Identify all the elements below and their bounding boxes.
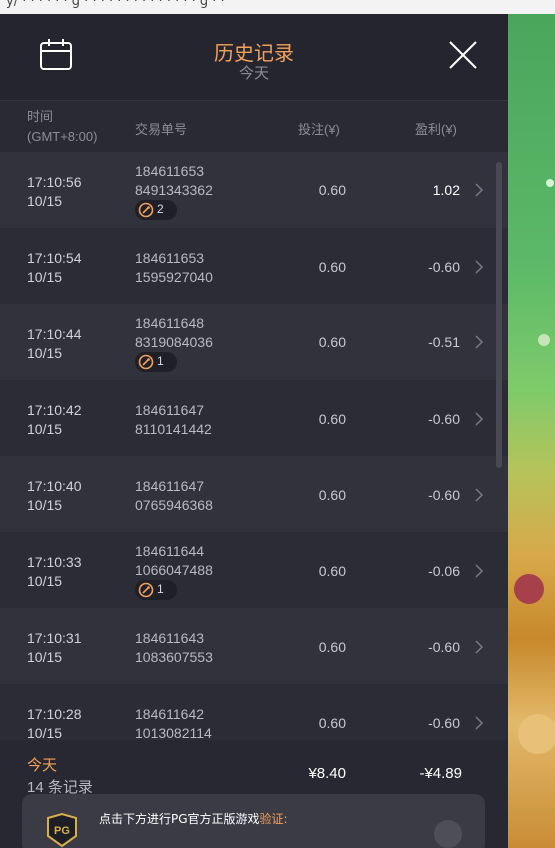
row-date: 10/15 — [27, 421, 63, 437]
row-date: 10/15 — [27, 497, 63, 513]
chevron-right-icon — [475, 488, 484, 502]
row-profit: -0.60 — [428, 639, 460, 655]
history-row[interactable]: 17:10:44 10/15 184611648 8319084036 1 0.… — [0, 304, 508, 380]
row-time: 17:10:44 — [27, 326, 82, 342]
row-order-line2: 1595927040 — [135, 269, 213, 285]
panel-header: 历史记录 今天 — [0, 14, 508, 100]
row-order-line2: 1013082114 — [135, 725, 212, 740]
row-order-line2: 8110141442 — [135, 421, 212, 437]
history-row[interactable]: 17:10:40 10/15 184611647 0765946368 0.60… — [0, 456, 508, 532]
row-order-line1: 184611642 — [135, 706, 205, 722]
page-subtitle: 今天 — [238, 65, 269, 82]
chevron-right-icon — [475, 260, 484, 274]
history-row[interactable]: 17:10:56 10/15 184611653 8491343362 2 0.… — [0, 152, 508, 228]
row-bet: 0.60 — [318, 411, 346, 427]
chevron-right-icon — [475, 412, 484, 426]
column-order: 交易单号 — [135, 122, 188, 137]
chevron-right-icon — [475, 183, 484, 197]
summary-total-profit: -¥4.89 — [419, 765, 462, 782]
history-row[interactable]: 17:10:54 10/15 184611653 1595927040 0.60… — [0, 228, 508, 304]
pg-logo-icon: PG — [47, 812, 77, 848]
row-time: 17:10:31 — [27, 630, 82, 646]
free-spin-icon — [138, 202, 154, 218]
chevron-right-icon — [475, 564, 484, 578]
free-spin-icon — [138, 582, 154, 598]
verify-banner[interactable]: PG 点击下方进行PG官方正版游戏验证: — [22, 794, 485, 848]
row-order-line1: 184611643 — [135, 630, 205, 646]
history-row[interactable]: 17:10:33 10/15 184611644 1066047488 1 0.… — [0, 532, 508, 608]
row-profit: -0.60 — [428, 259, 460, 275]
row-date: 10/15 — [27, 345, 63, 361]
list-scrollbar[interactable] — [496, 162, 502, 468]
row-time: 17:10:33 — [27, 554, 82, 570]
column-time: 时间 — [27, 109, 54, 124]
free-spin-icon — [138, 354, 154, 370]
free-spin-badge: 1 — [135, 352, 177, 372]
row-order-line1: 184611647 — [135, 402, 205, 418]
row-profit: -0.60 — [428, 411, 460, 427]
row-order-line1: 184611653 — [135, 163, 205, 179]
close-button[interactable] — [446, 38, 480, 72]
row-order-line2: 8319084036 — [135, 334, 213, 350]
free-spin-count: 1 — [157, 354, 164, 368]
row-profit: -0.06 — [428, 563, 460, 579]
row-order-line1: 184611647 — [135, 478, 205, 494]
row-date: 10/15 — [27, 725, 63, 740]
column-profit: 盈利(¥) — [415, 122, 457, 137]
free-spin-count: 1 — [157, 582, 164, 596]
row-profit: -0.51 — [428, 334, 460, 350]
row-date: 10/15 — [27, 573, 63, 589]
row-profit: 1.02 — [432, 182, 460, 198]
history-list: 17:10:56 10/15 184611653 8491343362 2 0.… — [0, 152, 508, 740]
row-order-line2: 0765946368 — [135, 497, 213, 513]
verify-text-accent: 验证: — [259, 812, 288, 826]
row-time: 17:10:54 — [27, 250, 82, 266]
row-order-line2: 1083607553 — [135, 649, 213, 665]
row-time: 17:10:40 — [27, 478, 82, 494]
row-time: 17:10:28 — [27, 706, 82, 722]
browser-bar: y/ · · · · · · g · · · · · · · · · · · ·… — [0, 0, 555, 14]
row-date: 10/15 — [27, 269, 63, 285]
row-date: 10/15 — [27, 193, 63, 209]
row-bet: 0.60 — [318, 639, 346, 655]
history-row[interactable]: 17:10:42 10/15 184611647 8110141442 0.60… — [0, 380, 508, 456]
close-icon — [449, 41, 477, 69]
row-bet: 0.60 — [318, 715, 346, 731]
browser-cut-text: y/ · · · · · · g · · · · · · · · · · · ·… — [6, 0, 225, 9]
row-bet: 0.60 — [318, 487, 346, 503]
row-bet: 0.60 — [318, 563, 346, 579]
summary-today-label: 今天 — [27, 757, 58, 774]
free-spin-badge: 2 — [135, 200, 177, 220]
row-order-line1: 184611648 — [135, 315, 205, 331]
row-time: 17:10:42 — [27, 402, 82, 418]
history-row[interactable]: 17:10:31 10/15 184611643 1083607553 0.60… — [0, 608, 508, 684]
row-bet: 0.60 — [318, 182, 346, 198]
free-spin-count: 2 — [157, 202, 164, 216]
summary-total-bet: ¥8.40 — [308, 765, 346, 782]
row-order-line1: 184611653 — [135, 250, 205, 266]
row-profit: -0.60 — [428, 487, 460, 503]
row-time: 17:10:56 — [27, 174, 82, 190]
chevron-right-icon — [475, 640, 484, 654]
history-panel: 历史记录 今天 时间 (GMT+8:00) 交易单号 投注(¥) 盈利(¥) 1… — [0, 14, 508, 848]
column-timezone: (GMT+8:00) — [27, 129, 98, 144]
chevron-right-icon — [475, 716, 484, 730]
pg-logo-text: PG — [54, 825, 70, 837]
free-spin-badge: 1 — [135, 580, 177, 600]
row-order-line2: 8491343362 — [135, 182, 213, 198]
row-order-line2: 1066047488 — [135, 562, 213, 578]
verify-text: 点击下方进行PG官方正版游戏验证: — [99, 810, 288, 827]
row-bet: 0.60 — [318, 334, 346, 350]
row-order-line1: 184611644 — [135, 543, 205, 559]
row-bet: 0.60 — [318, 259, 346, 275]
row-profit: -0.60 — [428, 715, 460, 731]
row-date: 10/15 — [27, 649, 63, 665]
column-bet: 投注(¥) — [298, 122, 340, 137]
history-row[interactable]: 17:10:28 10/15 184611642 1013082114 0.60… — [0, 684, 508, 740]
verify-arrow-button[interactable] — [434, 820, 462, 848]
chevron-right-icon — [475, 335, 484, 349]
game-background — [508, 14, 555, 848]
column-header: 时间 (GMT+8:00) 交易单号 投注(¥) 盈利(¥) — [0, 100, 508, 152]
verify-text-main: 点击下方进行PG官方正版游戏 — [99, 812, 260, 826]
